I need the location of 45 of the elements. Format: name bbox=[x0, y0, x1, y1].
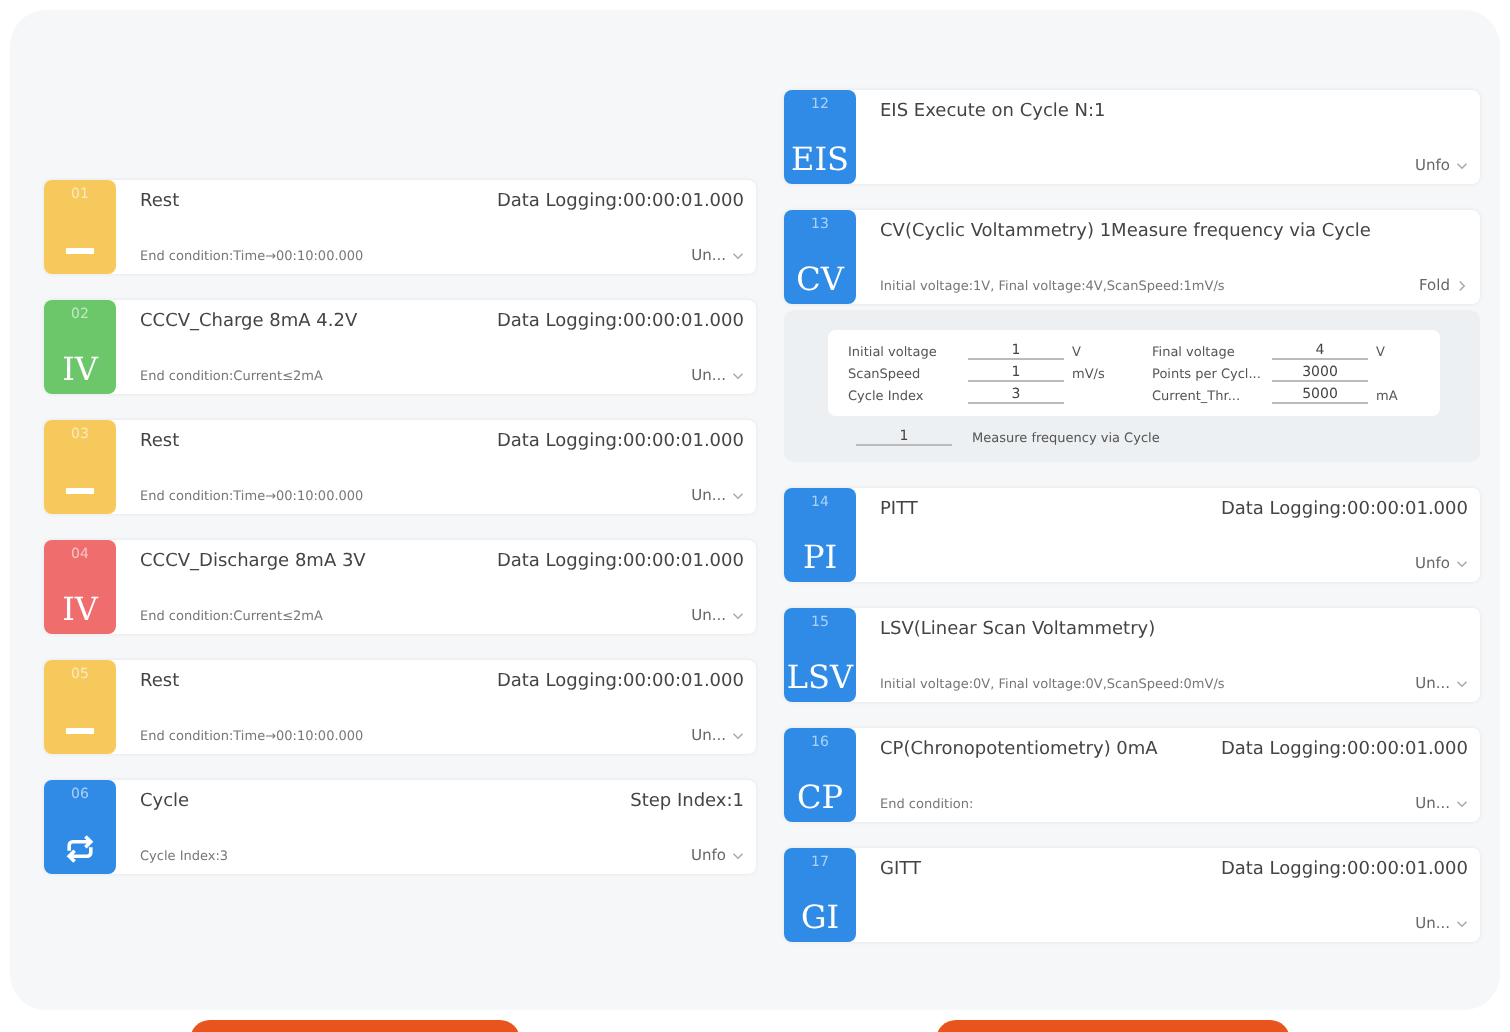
chevron-icon bbox=[732, 491, 744, 499]
step-type-label: EIS bbox=[791, 142, 849, 178]
step-title: CV(Cyclic Voltammetry) 1Measure frequency via Cycle bbox=[880, 222, 1371, 242]
dash-icon bbox=[66, 248, 94, 254]
chevron-icon bbox=[1458, 279, 1466, 291]
dash-icon bbox=[66, 728, 94, 734]
step-info: Data Logging:00:00:01.000 bbox=[1220, 860, 1468, 880]
step-title: Rest bbox=[140, 192, 180, 212]
step-title: Rest bbox=[140, 432, 180, 452]
step-title: Rest bbox=[140, 672, 180, 692]
cycle-icon bbox=[62, 834, 98, 864]
step-title: CP(Chronopotentiometry) 0mA bbox=[880, 740, 1158, 760]
chevron-icon bbox=[732, 731, 744, 739]
step-type-label: IV bbox=[62, 352, 98, 388]
step-type-label: PI bbox=[802, 540, 838, 576]
chevron-icon bbox=[1456, 161, 1468, 169]
chevron-icon bbox=[732, 251, 744, 259]
step-title: PITT bbox=[880, 500, 918, 520]
chevron-icon bbox=[732, 851, 744, 859]
step-title: CCCV_Discharge 8mA 3V bbox=[140, 552, 366, 572]
step-info: Data Logging:00:00:01.000 bbox=[496, 672, 744, 692]
step-title: EIS Execute on Cycle N:1 bbox=[880, 102, 1106, 122]
chevron-icon bbox=[1456, 559, 1468, 567]
chevron-icon bbox=[1456, 679, 1468, 687]
step-title: CCCV_Charge 8mA 4.2V bbox=[140, 312, 358, 332]
step-info: Data Logging:00:00:01.000 bbox=[1220, 740, 1468, 760]
dash-icon bbox=[66, 488, 94, 494]
step-title: GITT bbox=[880, 860, 921, 880]
chevron-icon bbox=[732, 371, 744, 379]
step-info: Data Logging:00:00:01.000 bbox=[1220, 500, 1468, 520]
step-info: Data Logging:00:00:01.000 bbox=[496, 432, 744, 452]
step-title: LSV(Linear Scan Voltammetry) bbox=[880, 620, 1156, 640]
step-info: Data Logging:00:00:01.000 bbox=[496, 552, 744, 572]
step-info: Step Index:1 bbox=[630, 792, 744, 812]
chevron-icon bbox=[732, 611, 744, 619]
chevron-icon bbox=[1456, 799, 1468, 807]
chevron-icon bbox=[1456, 919, 1468, 927]
step-type-label: LSV bbox=[786, 660, 854, 696]
step-type-label: GI bbox=[800, 900, 840, 936]
step-info: Data Logging:00:00:01.000 bbox=[496, 192, 744, 212]
step-title: Cycle bbox=[140, 792, 190, 812]
step-type-label: CP bbox=[796, 780, 843, 816]
step-info: Data Logging:00:00:01.000 bbox=[496, 312, 744, 332]
step-type-label: IV bbox=[62, 592, 98, 628]
step-type-label: CV bbox=[796, 262, 844, 298]
